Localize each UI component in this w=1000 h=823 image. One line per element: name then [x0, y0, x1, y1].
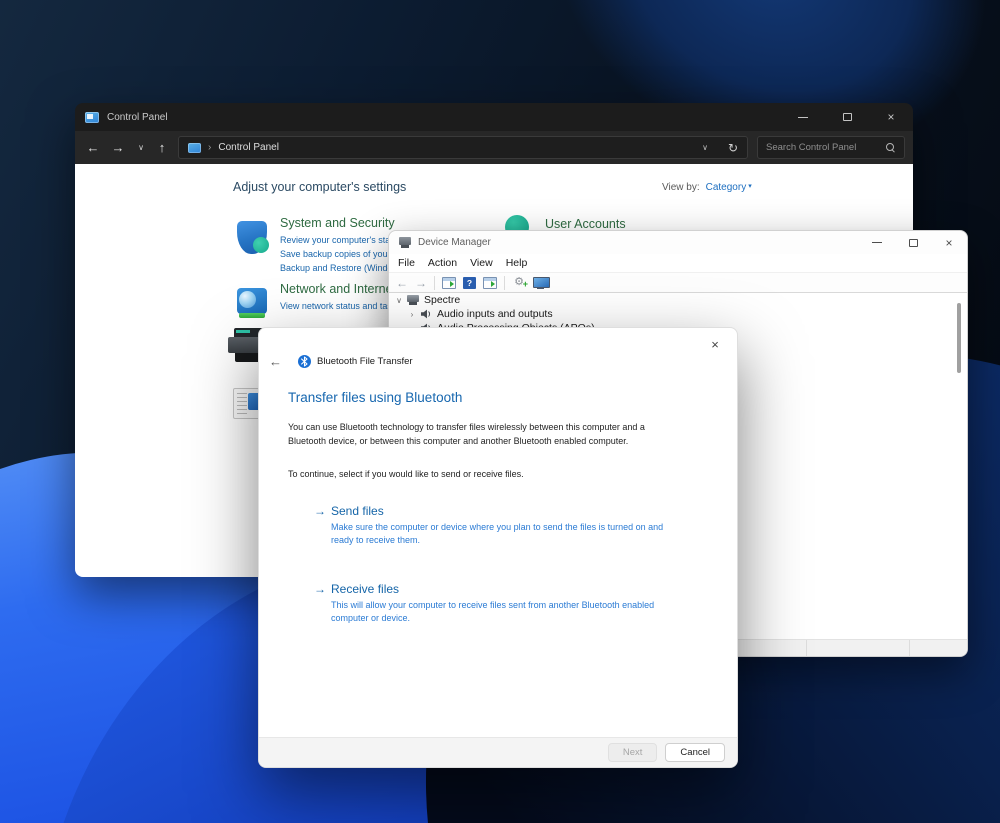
- view-by-value[interactable]: Category: [706, 182, 747, 193]
- search-input[interactable]: [766, 142, 886, 153]
- device-manager-titlebar[interactable]: Device Manager ×: [389, 231, 967, 254]
- menu-view[interactable]: View: [470, 257, 493, 269]
- view-by-control: View by: Category▾: [662, 182, 752, 193]
- dialog-header: ← Bluetooth File Transfer: [269, 354, 413, 369]
- arrow-icon: →: [314, 504, 331, 547]
- scrollbar-thumb[interactable]: [957, 303, 961, 373]
- menu-action[interactable]: Action: [428, 257, 457, 269]
- bluetooth-icon: [298, 355, 311, 368]
- search-icon: [886, 143, 896, 153]
- cancel-button[interactable]: Cancel: [665, 743, 725, 762]
- category-user-accounts[interactable]: User Accounts: [545, 217, 626, 231]
- back-button[interactable]: ←: [83, 131, 103, 164]
- tree-item-computer[interactable]: ∨ Spectre: [389, 293, 953, 307]
- toolbar-separator: [434, 276, 435, 290]
- dialog-title: Bluetooth File Transfer: [317, 356, 413, 367]
- minimize-button[interactable]: [859, 231, 895, 254]
- send-files-description: Make sure the computer or device where y…: [331, 521, 669, 547]
- prompt-text: To continue, select if you would like to…: [288, 467, 682, 481]
- update-driver-icon[interactable]: [533, 277, 548, 289]
- show-console-tree-icon[interactable]: [483, 277, 497, 289]
- breadcrumb-chevron-icon: ›: [208, 142, 211, 153]
- bluetooth-file-transfer-dialog: × ← Bluetooth File Transfer Transfer fil…: [258, 327, 738, 768]
- speaker-icon: [420, 309, 432, 319]
- send-files-title[interactable]: Send files: [331, 504, 669, 518]
- view-by-label: View by:: [662, 182, 700, 193]
- receive-files-description: This will allow your computer to receive…: [331, 599, 669, 625]
- control-panel-icon: [85, 112, 99, 123]
- address-dropdown-icon[interactable]: ∨: [698, 143, 712, 152]
- arrow-icon: →: [314, 582, 331, 625]
- close-button[interactable]: ×: [931, 231, 967, 254]
- page-title: Adjust your computer's settings: [233, 180, 406, 194]
- control-panel-icon: [188, 143, 201, 153]
- scrollbar[interactable]: [954, 295, 964, 637]
- minimize-button[interactable]: [781, 103, 825, 131]
- help-icon[interactable]: ?: [463, 277, 476, 289]
- next-button[interactable]: Next: [608, 743, 658, 762]
- address-bar[interactable]: › Control Panel ∨ ↻: [178, 136, 748, 159]
- system-security-icon[interactable]: [237, 221, 267, 254]
- tree-label[interactable]: Spectre: [424, 294, 460, 306]
- scan-hardware-changes-icon[interactable]: ⚙: [512, 276, 526, 289]
- category-system-security[interactable]: System and Security: [280, 216, 395, 230]
- back-icon[interactable]: ←: [269, 354, 285, 369]
- link-network-status[interactable]: View network status and tasks: [280, 299, 401, 313]
- up-button[interactable]: ↑: [152, 131, 172, 164]
- control-panel-titlebar[interactable]: Control Panel ×: [75, 103, 913, 131]
- dialog-footer: Next Cancel: [259, 737, 737, 767]
- receive-files-title[interactable]: Receive files: [331, 582, 669, 596]
- send-files-option[interactable]: → Send files Make sure the computer or d…: [314, 504, 669, 547]
- computer-icon: [407, 295, 419, 305]
- recent-pages-chevron[interactable]: ∨: [131, 131, 151, 164]
- network-internet-icon[interactable]: [237, 288, 267, 318]
- intro-text: You can use Bluetooth technology to tran…: [288, 420, 682, 448]
- receive-files-option[interactable]: → Receive files This will allow your com…: [314, 582, 669, 625]
- menu-help[interactable]: Help: [506, 257, 528, 269]
- forward-button[interactable]: →: [108, 131, 128, 164]
- toolbar-forward-icon[interactable]: →: [415, 276, 427, 290]
- search-box[interactable]: [757, 136, 905, 159]
- maximize-button[interactable]: [825, 103, 869, 131]
- window-title: Device Manager: [418, 237, 491, 248]
- breadcrumb[interactable]: Control Panel: [218, 142, 279, 153]
- device-manager-icon: [399, 237, 411, 248]
- toolbar: ← → ? ⚙: [389, 273, 967, 293]
- tree-item-audio-inputs[interactable]: › Audio inputs and outputs: [389, 307, 953, 321]
- dropdown-caret-icon[interactable]: ▾: [748, 183, 752, 190]
- chevron-collapsed-icon[interactable]: ›: [407, 310, 417, 319]
- desktop: Control Panel × ← → ∨ ↑ › Control Panel …: [0, 0, 1000, 823]
- navigation-bar: ← → ∨ ↑ › Control Panel ∨ ↻: [75, 131, 913, 164]
- close-icon[interactable]: ×: [705, 334, 725, 354]
- network-internet-links: View network status and tasks: [280, 299, 401, 313]
- chevron-expanded-icon[interactable]: ∨: [394, 296, 404, 305]
- tree-label[interactable]: Audio inputs and outputs: [437, 308, 553, 320]
- category-network-internet[interactable]: Network and Internet: [280, 282, 396, 296]
- dialog-heading: Transfer files using Bluetooth: [288, 390, 462, 405]
- maximize-button[interactable]: [895, 231, 931, 254]
- refresh-icon[interactable]: ↻: [728, 141, 738, 155]
- toolbar-back-icon[interactable]: ←: [396, 276, 408, 290]
- menu-bar: File Action View Help: [389, 254, 967, 273]
- window-title: Control Panel: [107, 112, 168, 123]
- menu-file[interactable]: File: [398, 257, 415, 269]
- close-button[interactable]: ×: [869, 103, 913, 131]
- toolbar-separator: [504, 276, 505, 290]
- properties-icon[interactable]: [442, 277, 456, 289]
